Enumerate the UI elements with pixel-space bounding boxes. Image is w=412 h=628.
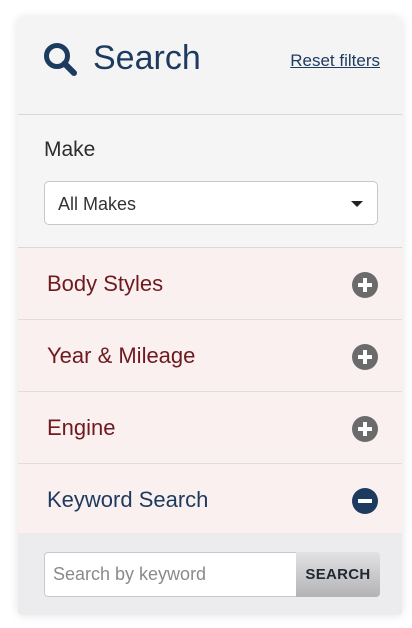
make-label: Make xyxy=(44,138,96,161)
accordion-keyword-search[interactable]: Keyword Search xyxy=(18,464,402,536)
keyword-search-body: SEARCH xyxy=(18,533,402,615)
accordion-year-mileage[interactable]: Year & Mileage xyxy=(18,320,402,392)
accordion-label: Keyword Search xyxy=(47,487,209,512)
reset-filters-link[interactable]: Reset filters xyxy=(290,50,380,72)
plus-circle-icon[interactable] xyxy=(352,272,378,298)
make-select-value: All Makes xyxy=(58,194,137,214)
plus-circle-icon[interactable] xyxy=(352,344,378,370)
keyword-search-input[interactable] xyxy=(44,552,296,597)
search-header: Search Reset filters xyxy=(18,18,402,115)
accordion-label: Year & Mileage xyxy=(47,343,196,368)
page-title: Search xyxy=(93,39,201,77)
minus-circle-icon[interactable] xyxy=(352,488,378,514)
accordion-engine[interactable]: Engine xyxy=(18,392,402,464)
search-icon xyxy=(44,43,77,76)
make-select[interactable]: All Makes xyxy=(44,181,378,225)
accordion-label: Engine xyxy=(47,415,116,440)
keyword-search-button[interactable]: SEARCH xyxy=(296,552,380,597)
caret-down-icon xyxy=(351,201,363,207)
plus-circle-icon[interactable] xyxy=(352,416,378,442)
make-filter: Make All Makes xyxy=(18,115,402,248)
accordion-body-styles[interactable]: Body Styles xyxy=(18,248,402,320)
search-filter-panel: Search Reset filters Make All Makes Body… xyxy=(18,18,402,615)
accordion-label: Body Styles xyxy=(47,271,164,296)
